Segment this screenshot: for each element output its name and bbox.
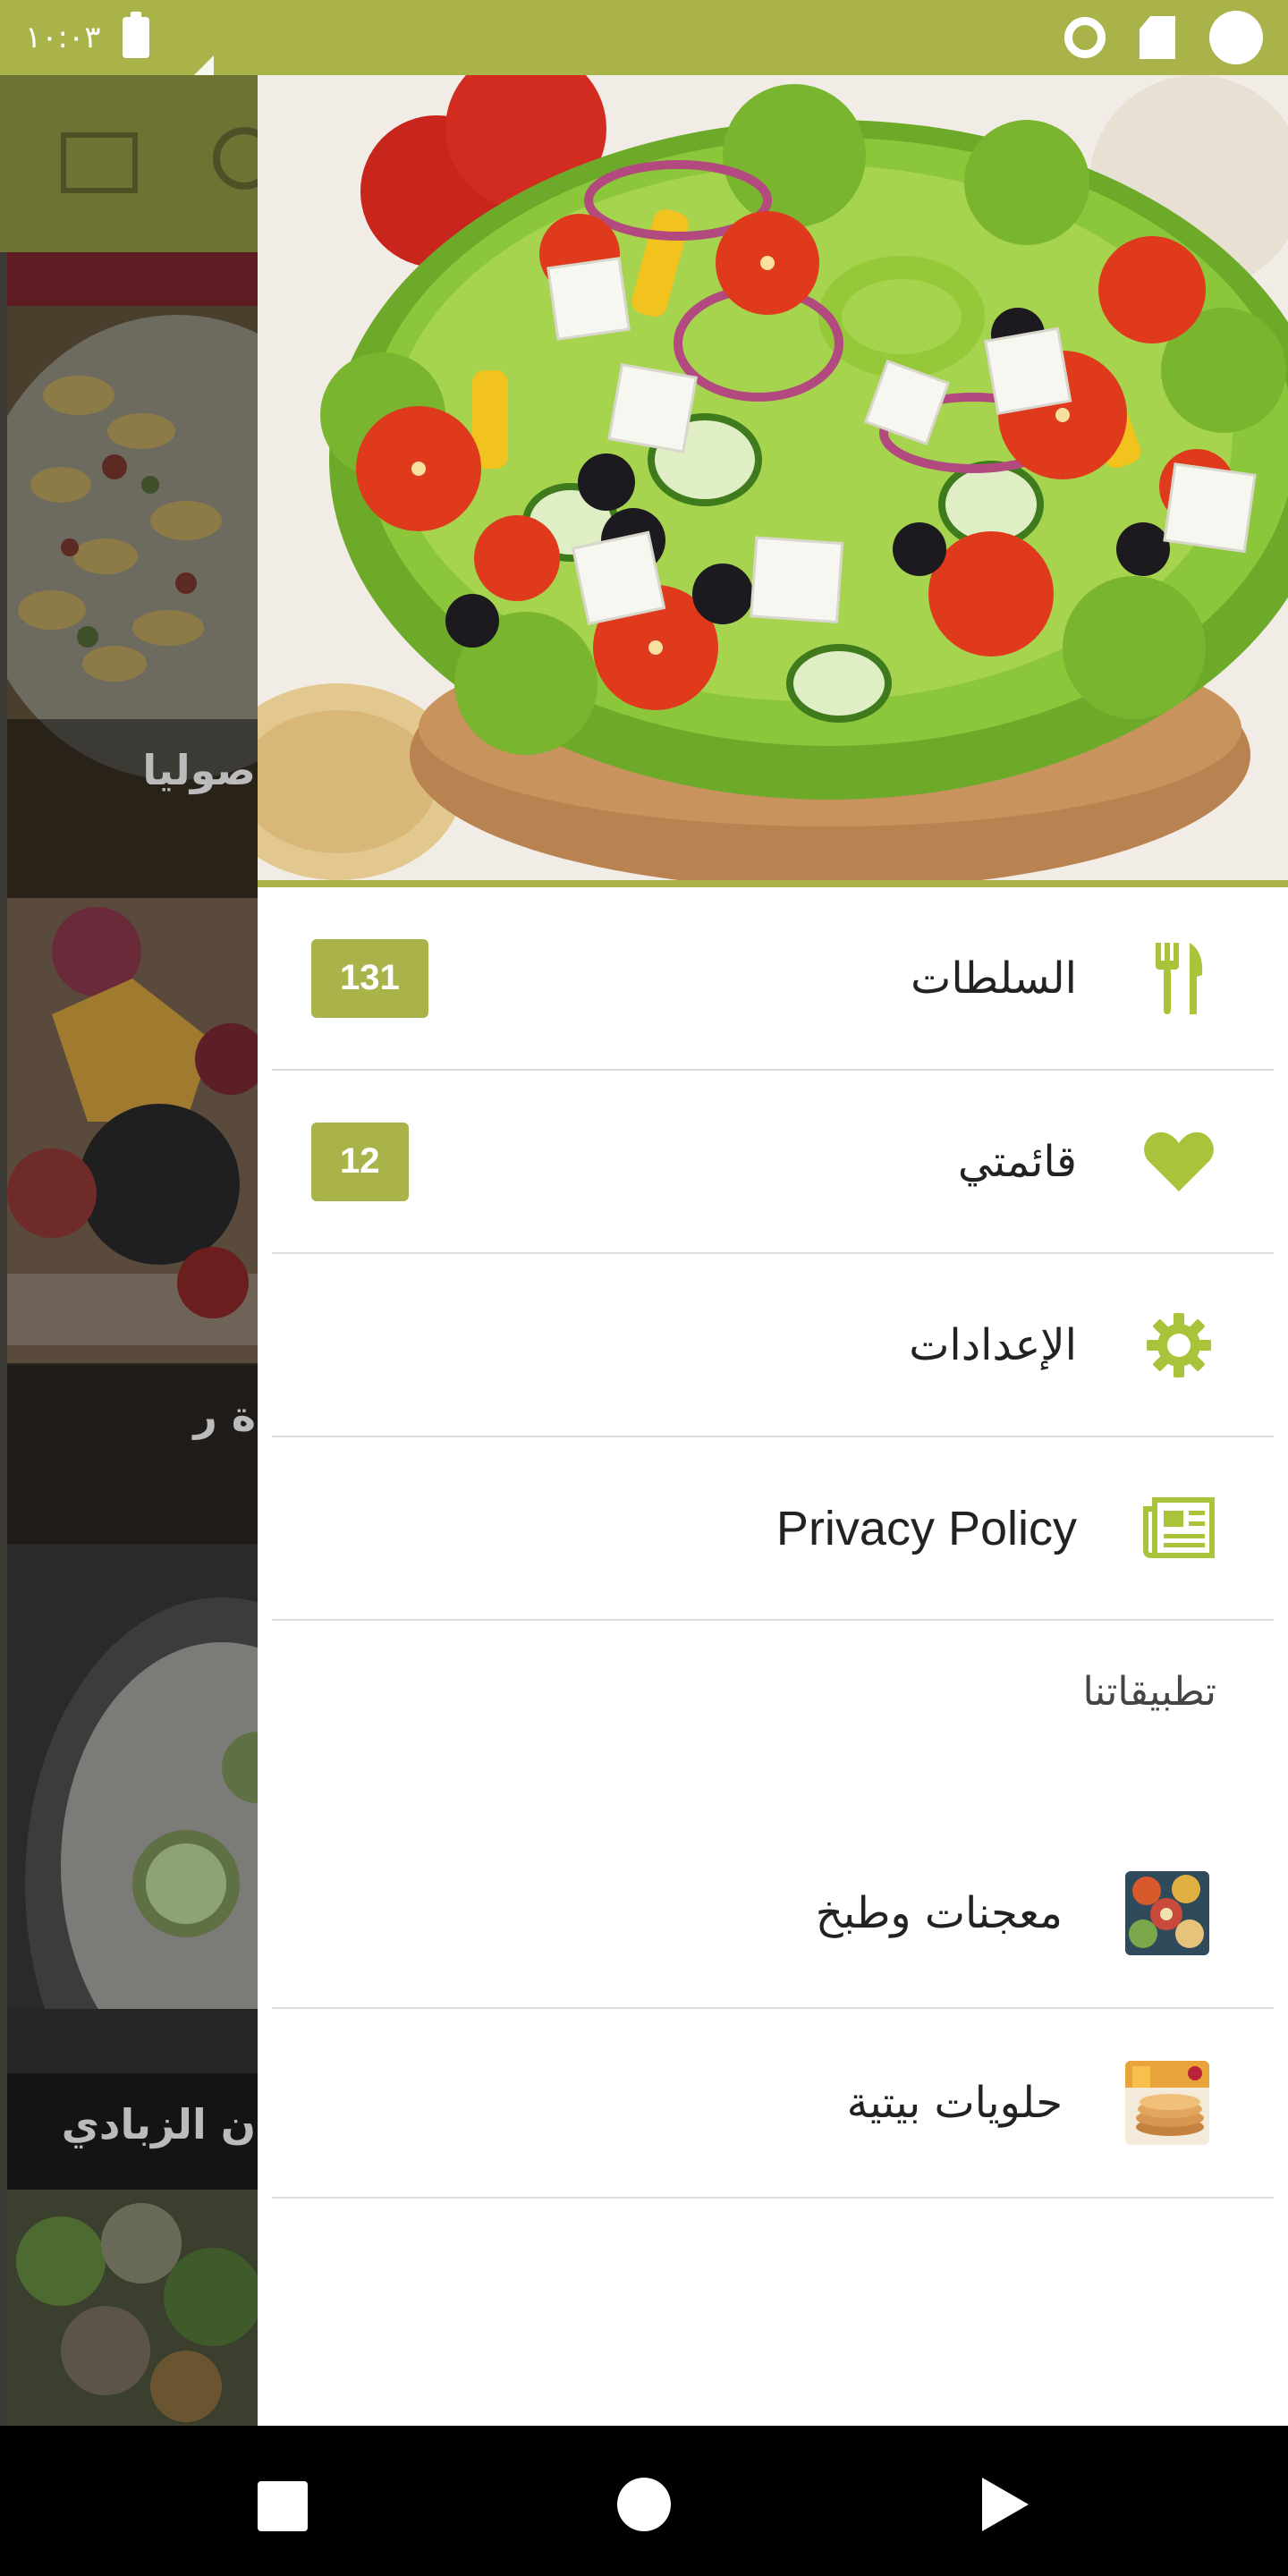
pastries-app-icon	[1125, 1871, 1209, 1955]
cutlery-icon	[1141, 941, 1216, 1016]
menu-item-my-list[interactable]: 12 قائمتي	[272, 1071, 1274, 1254]
app-label: حلويات بيتية	[846, 2078, 1063, 2128]
gear-icon	[1141, 1308, 1216, 1383]
no-signal-icon	[170, 20, 214, 98]
menu-item-settings[interactable]: الإعدادات	[272, 1254, 1274, 1437]
card-caption: ن الزبادي	[7, 2073, 259, 2190]
green-salad-image	[7, 2190, 259, 2426]
heart-icon	[1141, 1124, 1216, 1199]
menu-item-label: قائمتي	[957, 1136, 1077, 1187]
recents-button[interactable]	[258, 2481, 308, 2531]
sync-ring-icon	[1064, 17, 1106, 58]
card-caption: ة ر	[7, 1365, 259, 1544]
our-apps-title: تطبيقاتنا	[1082, 1669, 1217, 1715]
system-navigation-bar	[0, 2426, 1288, 2576]
list-item[interactable]	[7, 2190, 259, 2426]
collections-icon	[61, 132, 138, 193]
search-icon	[213, 127, 259, 190]
home-button[interactable]	[617, 2478, 671, 2531]
battery-icon	[122, 12, 149, 58]
notification-dot-icon	[1209, 11, 1263, 64]
salad-bowl-image	[258, 75, 1288, 887]
drawer-header-image	[258, 75, 1288, 887]
background-app-bar	[0, 75, 259, 252]
newspaper-icon	[1141, 1491, 1216, 1566]
back-button[interactable]	[982, 2478, 1029, 2531]
menu-item-label: الإعدادات	[909, 1319, 1077, 1370]
app-item-sweets[interactable]: حلويات بيتية	[272, 2009, 1274, 2199]
list-item[interactable]: ة ر	[7, 898, 259, 1544]
menu-item-privacy-policy[interactable]: Privacy Policy	[272, 1437, 1274, 1621]
menu-item-salads[interactable]: 131 السلطات	[272, 887, 1274, 1071]
sd-card-icon	[1140, 16, 1175, 59]
navigation-drawer[interactable]: 131 السلطات 12 قائمتي الإعدادات Privacy …	[258, 75, 1288, 2426]
sweets-app-icon	[1125, 2061, 1209, 2145]
count-badge: 12	[311, 1122, 409, 1201]
app-label: معجنات وطبخ	[815, 1888, 1063, 1938]
card-caption: صوليا	[7, 719, 259, 898]
menu-item-label: السلطات	[911, 953, 1077, 1004]
app-item-pastries[interactable]: معجنات وطبخ	[272, 1819, 1274, 2009]
count-badge: 131	[311, 938, 428, 1018]
status-bar: ١٠:٠٣	[0, 0, 1288, 98]
menu-item-label: Privacy Policy	[775, 1501, 1077, 1555]
status-time: ١٠:٠٣	[25, 20, 101, 55]
list-item[interactable]: ن الزبادي	[7, 1544, 259, 2190]
list-item[interactable]: صوليا	[7, 252, 259, 898]
background-app[interactable]: صوليا ة ر ن الزبادي	[0, 75, 259, 2426]
